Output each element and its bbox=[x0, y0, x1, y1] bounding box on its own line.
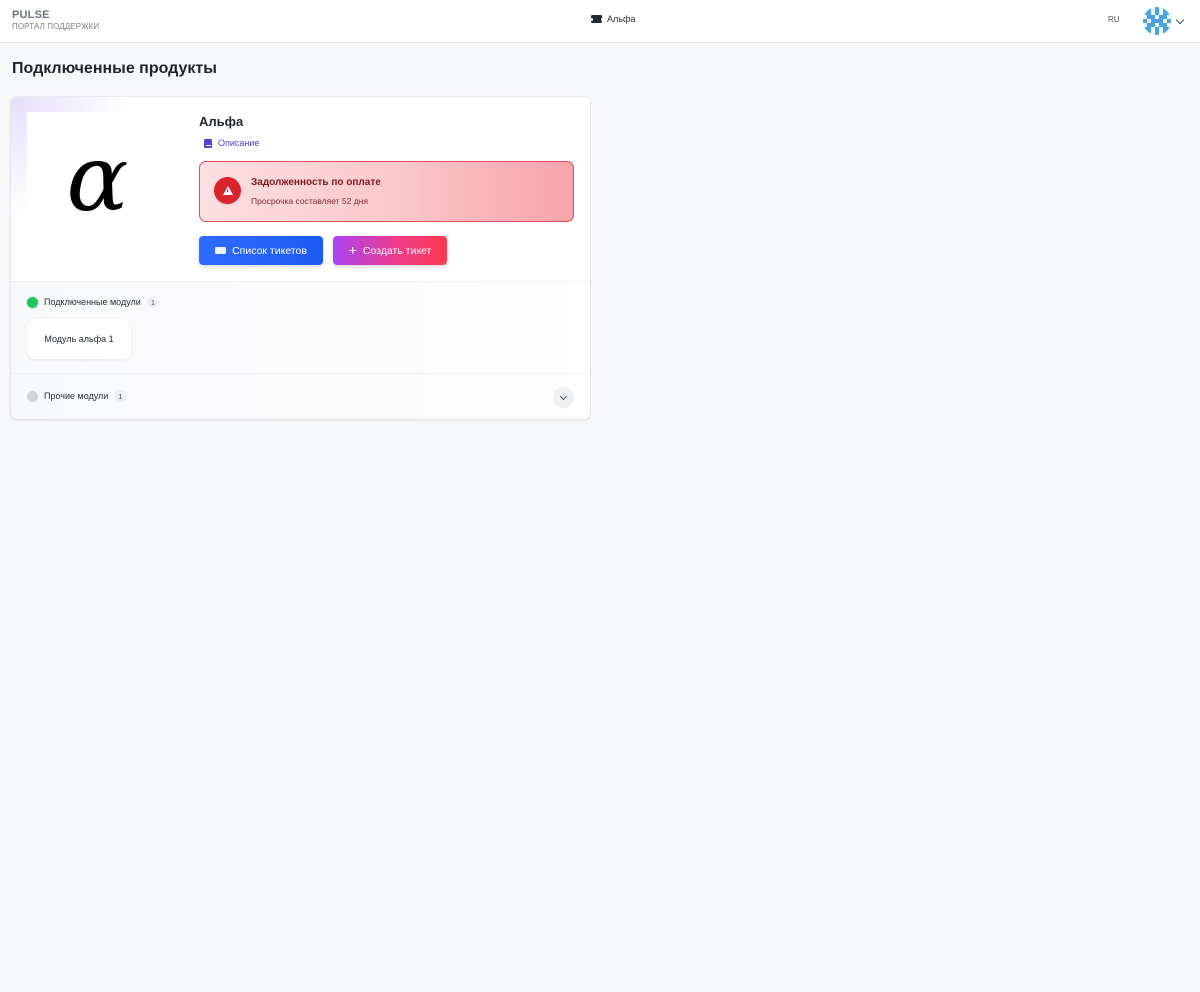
book-icon bbox=[204, 138, 212, 148]
brand-subtitle: ПОРТАЛ ПОДДЕРЖКИ bbox=[12, 22, 100, 31]
avatar bbox=[1143, 7, 1171, 35]
module-chip[interactable]: Модуль альфа 1 bbox=[27, 319, 131, 359]
divider bbox=[11, 373, 590, 374]
alert-title: Задолженность по оплате bbox=[251, 177, 381, 188]
top-bar: PULSE ПОРТАЛ ПОДДЕРЖКИ Альфа RU bbox=[0, 0, 1200, 43]
divider bbox=[11, 281, 590, 282]
status-dot-inactive bbox=[27, 390, 38, 402]
description-link-label: Описание bbox=[218, 138, 260, 148]
alpha-logo-icon: α bbox=[66, 125, 129, 232]
ticket-list-button[interactable]: Список тикетов bbox=[199, 236, 323, 265]
expand-other-modules-button[interactable] bbox=[553, 387, 574, 408]
ticket-list-button-label: Список тикетов bbox=[232, 244, 307, 257]
product-card: α Альфа Описание Задолженность по оплате… bbox=[11, 97, 590, 419]
plus-icon: + bbox=[348, 241, 357, 258]
ticket-icon bbox=[215, 247, 227, 254]
product-switcher-label: Альфа bbox=[607, 14, 636, 24]
payment-debt-alert: Задолженность по оплате Просрочка состав… bbox=[199, 161, 574, 222]
chevron-down-icon bbox=[1175, 15, 1185, 24]
other-modules-header[interactable]: Прочие модули 1 bbox=[27, 390, 127, 402]
brand-name: PULSE bbox=[12, 9, 50, 21]
other-modules-count: 1 bbox=[114, 390, 127, 402]
user-menu[interactable] bbox=[1143, 7, 1185, 35]
brand-logo[interactable]: PULSE ПОРТАЛ ПОДДЕРЖКИ bbox=[12, 9, 99, 32]
create-ticket-button[interactable]: + Создать тикет bbox=[333, 236, 447, 265]
connected-modules-header: Подключенные модули 1 bbox=[27, 296, 159, 308]
connected-modules-count: 1 bbox=[146, 296, 159, 308]
chevron-down-icon bbox=[559, 392, 568, 400]
warning-icon bbox=[214, 177, 241, 204]
ticket-icon bbox=[589, 15, 604, 23]
product-logo: α bbox=[27, 112, 168, 252]
alert-text: Просрочка составляет 52 дня bbox=[251, 196, 369, 206]
description-link[interactable]: Описание bbox=[204, 138, 259, 148]
product-name: Альфа bbox=[199, 114, 244, 129]
status-dot-active bbox=[27, 296, 38, 308]
connected-modules-label: Подключенные модули bbox=[44, 297, 141, 307]
create-ticket-button-label: Создать тикет bbox=[362, 244, 432, 257]
other-modules-label: Прочие модули bbox=[44, 391, 109, 401]
language-switcher[interactable]: RU bbox=[1108, 15, 1120, 24]
product-switcher[interactable]: Альфа bbox=[589, 12, 636, 26]
page-title: Подключенные продукты bbox=[12, 60, 217, 77]
